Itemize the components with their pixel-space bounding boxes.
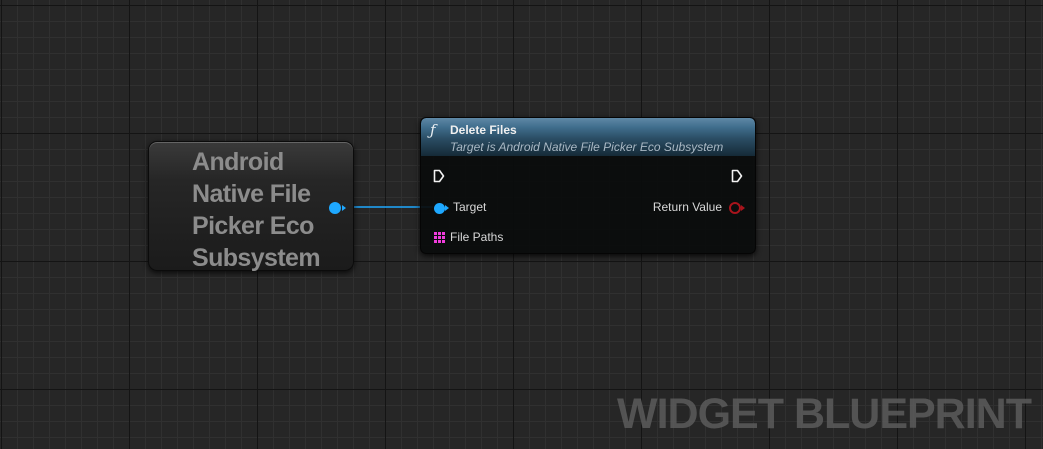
self-output-arrow-icon <box>342 205 346 211</box>
return-arrow-icon <box>741 205 745 211</box>
self-node-label: Android Native File Picker Eco Subsystem <box>192 148 321 272</box>
target-arrow-icon <box>445 205 449 211</box>
target-pin-label: Target <box>453 200 487 214</box>
delete-files-node[interactable]: ƒ Delete Files Target is Android Native … <box>420 117 756 254</box>
exec-input-pin[interactable] <box>433 169 445 183</box>
node-title: Delete Files <box>450 123 517 137</box>
exec-output-pin[interactable] <box>731 169 743 183</box>
node-subtitle: Target is Android Native File Picker Eco… <box>450 140 724 154</box>
function-icon: ƒ <box>430 121 436 139</box>
self-output-pin[interactable] <box>329 202 341 214</box>
target-input-pin[interactable] <box>434 203 445 214</box>
return-value-pin[interactable] <box>729 202 741 214</box>
return-value-label: Return Value <box>652 200 722 214</box>
self-node[interactable]: Android Native File Picker Eco Subsystem <box>148 141 354 272</box>
node-header[interactable]: ƒ Delete Files Target is Android Native … <box>421 118 755 156</box>
file-paths-label: File Paths <box>450 230 504 244</box>
file-paths-array-pin[interactable] <box>434 232 445 243</box>
widget-blueprint-watermark: WIDGET BLUEPRINT <box>617 390 1032 438</box>
